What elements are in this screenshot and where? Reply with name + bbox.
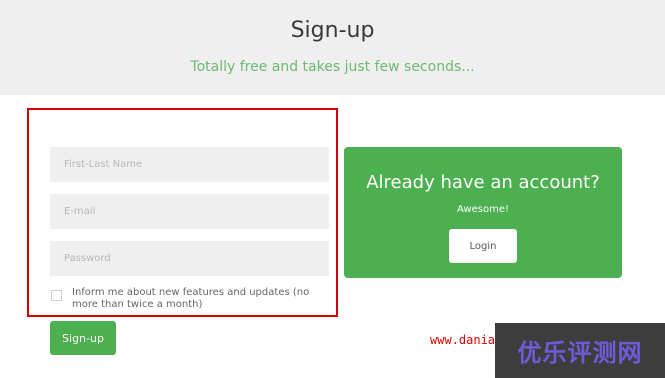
name-field[interactable] bbox=[50, 147, 329, 182]
account-panel: Already have an account? Awesome! Login bbox=[344, 147, 622, 278]
header: Sign-up Totally free and takes just few … bbox=[0, 0, 665, 95]
watermark-url: www.dania bbox=[430, 333, 496, 347]
watermark-logo: 优乐评测网 bbox=[495, 323, 665, 378]
signup-button[interactable]: Sign-up bbox=[50, 321, 116, 355]
newsletter-checkbox-label: Inform me about new features and updates… bbox=[72, 287, 310, 310]
email-field[interactable] bbox=[50, 194, 329, 229]
login-button[interactable]: Login bbox=[449, 229, 517, 263]
account-panel-title: Already have an account? bbox=[366, 172, 600, 193]
page-title: Sign-up bbox=[290, 18, 375, 43]
page-subtitle: Totally free and takes just few seconds.… bbox=[190, 59, 475, 75]
newsletter-checkbox[interactable] bbox=[51, 290, 62, 301]
account-panel-subtitle: Awesome! bbox=[457, 204, 509, 215]
password-field[interactable] bbox=[50, 241, 329, 276]
